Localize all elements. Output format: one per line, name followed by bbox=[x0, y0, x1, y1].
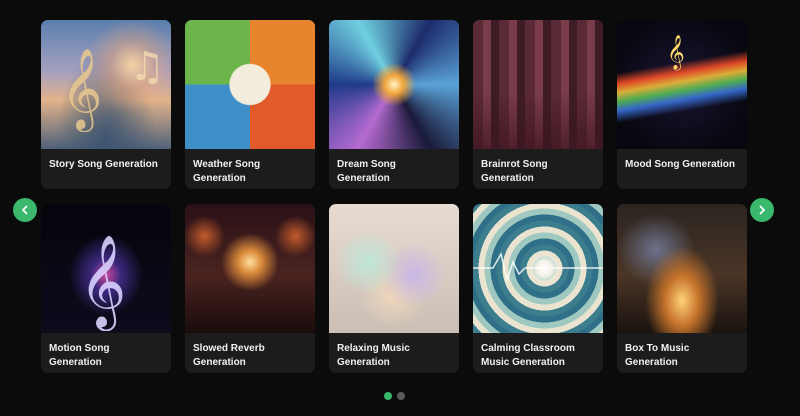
pagination-dots bbox=[384, 392, 405, 400]
card-relaxing-music-generation[interactable]: Relaxing Music Generation bbox=[329, 204, 459, 373]
card-weather-song-generation[interactable]: Weather Song Generation bbox=[185, 20, 315, 189]
waveform-icon bbox=[473, 251, 603, 283]
card-thumbnail-image bbox=[185, 204, 315, 333]
pagination-dot-1[interactable] bbox=[384, 392, 392, 400]
svg-text:♫: ♫ bbox=[129, 44, 165, 90]
pagination-dot-2[interactable] bbox=[397, 392, 405, 400]
card-mood-song-generation[interactable]: 𝄞 Mood Song Generation bbox=[617, 20, 747, 189]
card-thumbnail-image bbox=[185, 20, 315, 149]
card-title: Slowed Reverb Generation bbox=[193, 343, 265, 368]
card-story-song-generation[interactable]: 𝄞 ♫ Story Song Generation bbox=[41, 20, 171, 189]
card-brainrot-song-generation[interactable]: Brainrot Song Generation bbox=[473, 20, 603, 189]
card-title: Box To Music Generation bbox=[625, 343, 690, 368]
card-thumbnail-image bbox=[473, 204, 603, 333]
card-title: Story Song Generation bbox=[49, 159, 158, 170]
card-title: Calming Classroom Music Generation bbox=[481, 343, 575, 368]
svg-text:𝄞: 𝄞 bbox=[79, 234, 126, 331]
carousel-next-button[interactable] bbox=[750, 198, 774, 222]
card-title: Dream Song Generation bbox=[337, 159, 396, 184]
card-title: Motion Song Generation bbox=[49, 343, 110, 368]
card-title: Brainrot Song Generation bbox=[481, 159, 548, 184]
card-title: Mood Song Generation bbox=[625, 159, 735, 170]
card-thumbnail-image: 𝄞 ♫ bbox=[41, 20, 171, 149]
card-title: Weather Song Generation bbox=[193, 159, 261, 184]
card-dream-song-generation[interactable]: Dream Song Generation bbox=[329, 20, 459, 189]
card-thumbnail-image: 𝄞 bbox=[617, 20, 747, 149]
card-thumbnail-image bbox=[617, 204, 747, 333]
card-grid: 𝄞 ♫ Story Song Generation Weather Song G… bbox=[41, 20, 747, 373]
card-motion-song-generation[interactable]: 𝄞 Motion Song Generation bbox=[41, 204, 171, 373]
card-slowed-reverb-generation[interactable]: Slowed Reverb Generation bbox=[185, 204, 315, 373]
svg-text:𝄞: 𝄞 bbox=[667, 35, 685, 71]
treble-clef-icon: 𝄞 bbox=[79, 234, 126, 331]
carousel-prev-button[interactable] bbox=[13, 198, 37, 222]
card-box-to-music-generation[interactable]: Box To Music Generation bbox=[617, 204, 747, 373]
card-thumbnail-image bbox=[329, 20, 459, 149]
treble-clef-icon: 𝄞 bbox=[667, 35, 685, 71]
card-thumbnail-image bbox=[473, 20, 603, 149]
card-thumbnail-image: 𝄞 bbox=[41, 204, 171, 333]
carousel: 𝄞 ♫ Story Song Generation Weather Song G… bbox=[0, 0, 800, 416]
chevron-right-icon bbox=[759, 205, 765, 215]
treble-clef-icon: 𝄞 ♫ bbox=[61, 44, 165, 132]
card-title: Relaxing Music Generation bbox=[337, 343, 410, 368]
card-thumbnail-image bbox=[329, 204, 459, 333]
card-calming-classroom-music-generation[interactable]: Calming Classroom Music Generation bbox=[473, 204, 603, 373]
chevron-left-icon bbox=[22, 205, 28, 215]
svg-text:𝄞: 𝄞 bbox=[61, 47, 102, 132]
